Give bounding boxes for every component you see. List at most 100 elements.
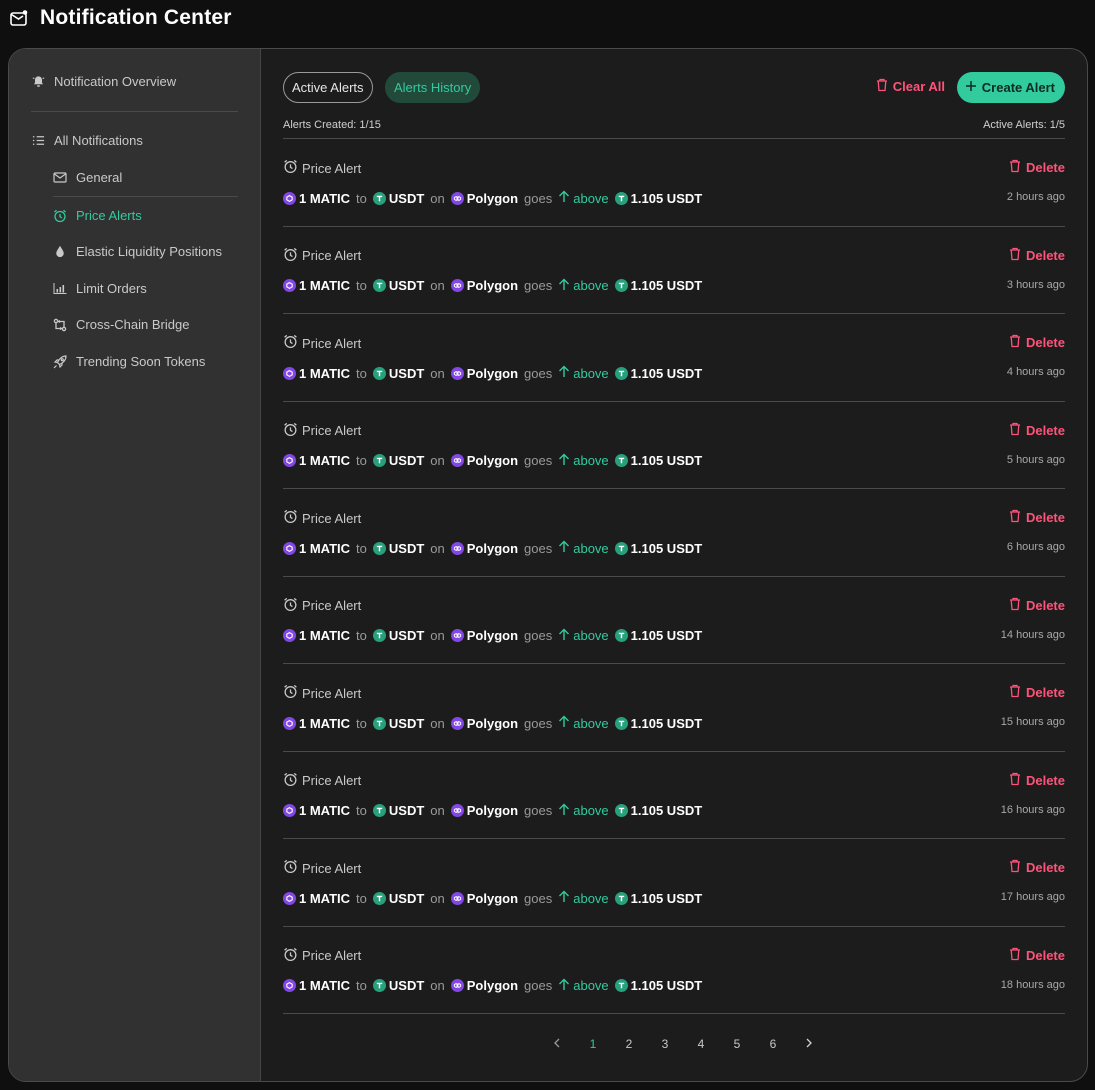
sidebar-item-all-notifications[interactable]: All Notifications — [31, 133, 143, 148]
direction-label: above — [573, 628, 609, 643]
usdt-icon — [614, 541, 628, 555]
timestamp: 2 hours ago — [1006, 191, 1065, 203]
page-button-5[interactable]: 5 — [719, 1033, 755, 1055]
sidebar-item-elastic-liquidity[interactable]: Elastic Liquidity Positions — [53, 244, 222, 259]
price-label: 1.105 USDT — [630, 365, 703, 381]
matic-icon — [283, 191, 296, 205]
usdt-icon — [372, 804, 386, 817]
tab-active-alerts[interactable]: Active Alerts — [283, 72, 373, 103]
goes-word: goes — [524, 190, 553, 206]
delete-button[interactable]: Delete — [1009, 247, 1065, 264]
direction-label: above — [573, 978, 609, 993]
prev-page-button[interactable] — [539, 1033, 575, 1055]
arrow-up-icon — [558, 190, 570, 206]
sidebar-item-trending-soon[interactable]: Trending Soon Tokens — [53, 354, 205, 369]
target-price: 1.105 USDT — [614, 716, 702, 731]
timestamp: 16 hours ago — [1000, 803, 1065, 816]
delete-button[interactable]: Delete — [1009, 947, 1065, 964]
notification-panel: Notification Overview All Notifications … — [8, 48, 1088, 1082]
from-token: 1 MATIC — [283, 803, 350, 818]
page-title: Notification Center — [40, 6, 232, 29]
to-token-label: USDT — [388, 453, 425, 468]
polygon-icon — [450, 279, 464, 292]
usdt-icon — [614, 191, 628, 205]
direction: above — [558, 715, 609, 731]
on-word: on — [430, 978, 445, 993]
matic-icon — [283, 891, 296, 905]
matic-icon — [283, 541, 296, 555]
page-button-3[interactable]: 3 — [647, 1033, 683, 1055]
sidebar-item-cross-chain-bridge[interactable]: Cross-Chain Bridge — [53, 317, 189, 332]
delete-button[interactable]: Delete — [1009, 684, 1065, 701]
sidebar-item-general[interactable]: General — [53, 170, 122, 185]
alert-type: Price Alert — [302, 248, 362, 263]
polygon-icon — [450, 541, 464, 555]
sidebar-item-overview[interactable]: Notification Overview — [31, 74, 176, 89]
on-word: on — [430, 190, 445, 206]
sidebar-item-price-alerts[interactable]: Price Alerts — [53, 208, 142, 223]
to-token: USDT — [372, 803, 424, 818]
page-button-2[interactable]: 2 — [611, 1033, 647, 1055]
trash-icon — [1009, 422, 1021, 439]
sidebar-item-limit-orders[interactable]: Limit Orders — [53, 281, 147, 296]
price-label: 1.105 USDT — [630, 190, 703, 206]
price-label: 1.105 USDT — [630, 278, 703, 293]
trash-icon — [1009, 159, 1021, 176]
plus-icon — [965, 80, 977, 95]
next-page-button[interactable] — [791, 1033, 827, 1055]
page-button-6[interactable]: 6 — [755, 1033, 791, 1055]
delete-button[interactable]: Delete — [1009, 159, 1065, 176]
usdt-icon — [372, 279, 386, 292]
chain: Polygon — [450, 453, 518, 468]
alert-row: Price Alert Delete 1 MATIC to USDT on Po… — [283, 489, 1065, 577]
delete-label: Delete — [1025, 685, 1065, 700]
from-token: 1 MATIC — [283, 278, 350, 293]
polygon-icon — [450, 629, 464, 642]
delete-button[interactable]: Delete — [1009, 772, 1065, 789]
polygon-icon — [450, 979, 464, 992]
alert-head: Price Alert — [283, 422, 361, 440]
tab-alerts-history[interactable]: Alerts History — [385, 72, 481, 103]
alert-head: Price Alert — [283, 159, 361, 177]
alert-type: Price Alert — [302, 948, 362, 963]
alert-head: Price Alert — [283, 247, 361, 265]
alert-description: 1 MATIC to USDT on Polygon goes above 1.… — [283, 365, 702, 381]
arrow-up-icon — [558, 890, 570, 906]
to-token-label: USDT — [388, 978, 425, 993]
rocket-icon — [53, 354, 67, 369]
polygon-icon — [450, 366, 464, 380]
delete-label: Delete — [1025, 510, 1065, 525]
target-price: 1.105 USDT — [614, 628, 703, 643]
on-word: on — [430, 278, 445, 293]
delete-button[interactable]: Delete — [1009, 597, 1065, 614]
delete-button[interactable]: Delete — [1009, 859, 1065, 876]
matic-icon — [283, 804, 296, 817]
to-token: USDT — [372, 628, 424, 643]
chain: Polygon — [450, 191, 518, 206]
direction-label: above — [573, 278, 609, 293]
timestamp: 5 hours ago — [1006, 453, 1065, 466]
goes-word: goes — [524, 453, 553, 468]
chain: Polygon — [450, 278, 518, 293]
delete-label: Delete — [1025, 772, 1065, 788]
sidebar-item-label: Elastic Liquidity Positions — [76, 244, 222, 259]
timestamp: 3 hours ago — [1006, 278, 1065, 291]
alert-type: Price Alert — [302, 510, 362, 526]
alerts-created-count: Alerts Created: 1/15 — [283, 119, 381, 131]
alert-description: 1 MATIC to USDT on Polygon goes above 1.… — [283, 190, 702, 206]
price-label: 1.105 USDT — [630, 628, 703, 643]
delete-button[interactable]: Delete — [1009, 422, 1065, 439]
delete-button[interactable]: Delete — [1009, 509, 1065, 526]
page-button-1[interactable]: 1 — [575, 1033, 611, 1055]
delete-button[interactable]: Delete — [1009, 334, 1065, 351]
matic-icon — [283, 716, 296, 730]
clear-all-button[interactable]: Clear All — [876, 78, 945, 95]
target-price: 1.105 USDT — [614, 978, 702, 993]
create-alert-button[interactable]: Create Alert — [956, 72, 1065, 103]
from-token-label: 1 MATIC — [299, 890, 351, 906]
direction: above — [558, 190, 609, 206]
chain-label: Polygon — [466, 803, 519, 818]
alert-row: Price Alert Delete 1 MATIC to USDT on Po… — [283, 227, 1065, 314]
page-button-4[interactable]: 4 — [683, 1033, 719, 1055]
arrow-up-icon — [558, 278, 570, 294]
